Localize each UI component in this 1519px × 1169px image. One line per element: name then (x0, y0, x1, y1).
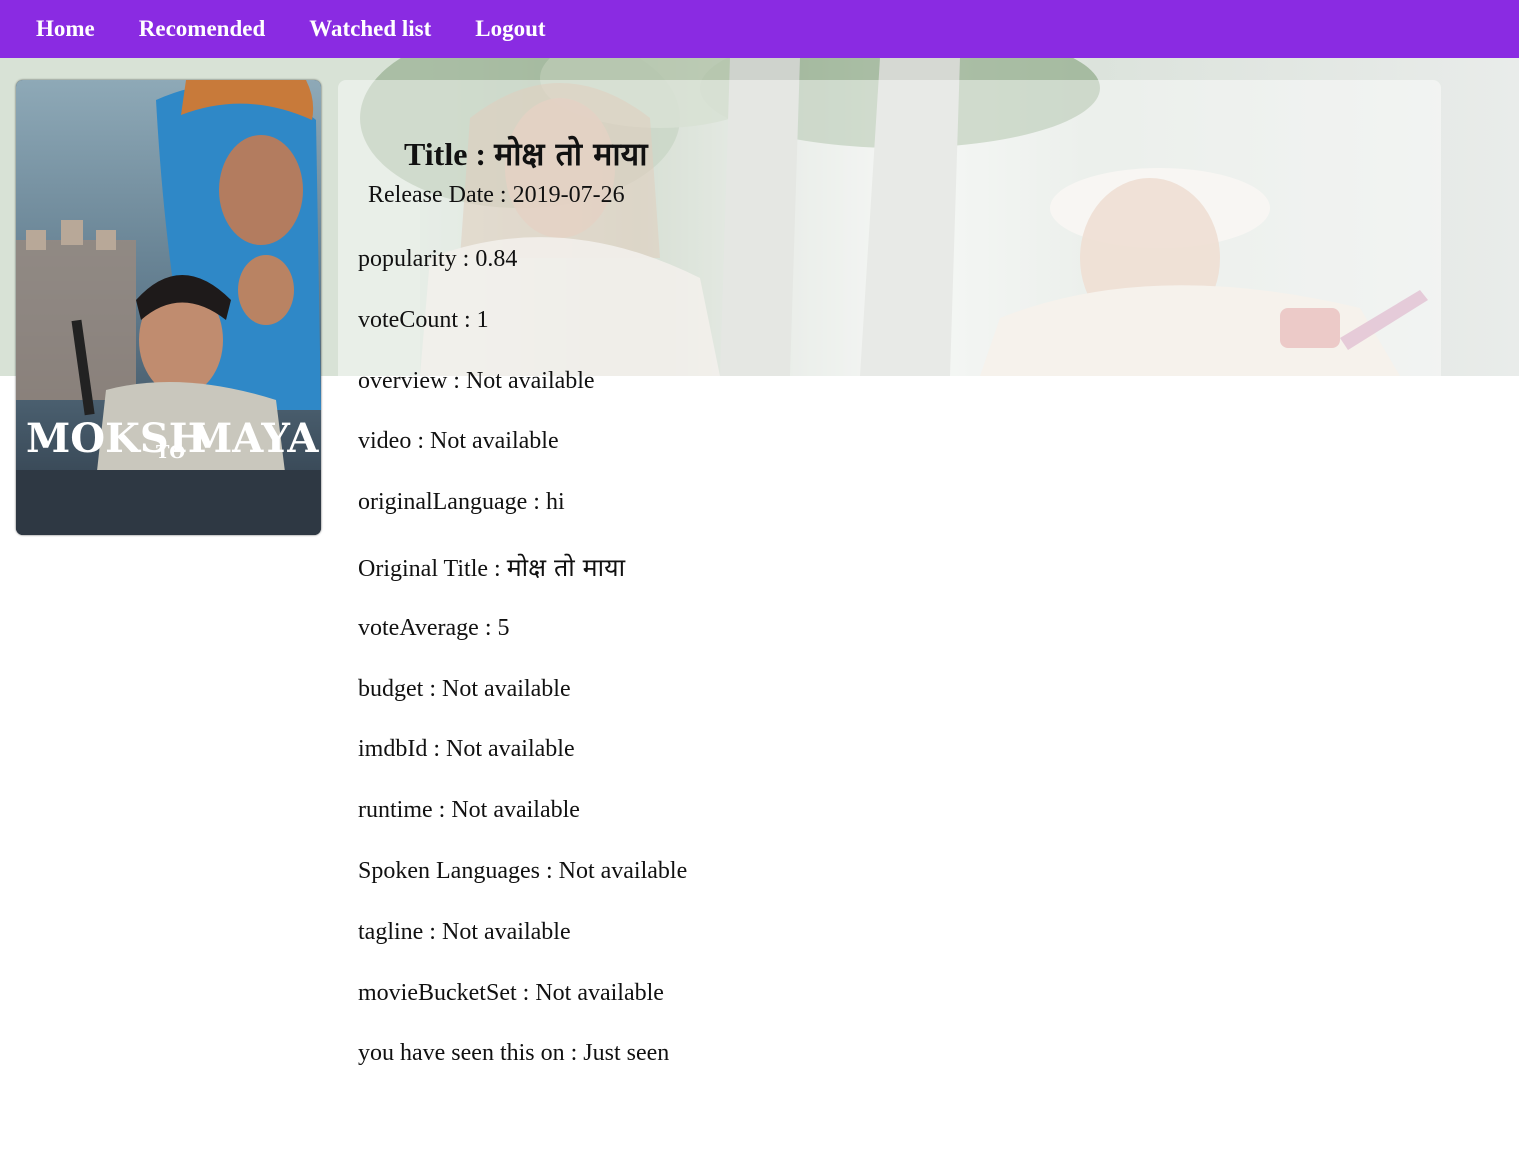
field-label: Spoken Languages : (358, 858, 553, 884)
field-original-language: originalLanguage : hi (358, 489, 565, 516)
movie-info-card (338, 80, 1441, 376)
field-value: मोक्ष तो माया (506, 553, 626, 582)
nav-home-link[interactable]: Home (36, 16, 95, 42)
field-value: Not available (442, 676, 571, 702)
field-label: runtime : (358, 797, 446, 823)
release-label: Release Date : (368, 182, 507, 208)
field-seen-on: you have seen this on : Just seen (358, 1040, 669, 1067)
movie-poster: MOKSH TO MAYA (16, 80, 321, 535)
field-label: budget : (358, 676, 436, 702)
release-date: Release Date : 2019-07-26 (368, 182, 625, 209)
release-value: 2019-07-26 (512, 182, 625, 208)
field-value: Not available (558, 858, 688, 884)
field-popularity: popularity : 0.84 (358, 246, 517, 273)
field-value: hi (545, 489, 565, 515)
field-imdb-id: imdbId : Not available (358, 736, 575, 763)
field-label: imdbId : (358, 736, 440, 762)
field-vote-count: voteCount : 1 (358, 307, 489, 334)
field-value: 5 (497, 615, 510, 641)
field-value: Not available (446, 736, 575, 762)
field-value: Not available (441, 919, 571, 945)
poster-art: MOKSH TO MAYA (16, 80, 321, 535)
field-value: 1 (476, 307, 489, 333)
field-tagline: tagline : Not available (358, 919, 571, 946)
field-runtime: runtime : Not available (358, 797, 580, 824)
field-label: voteCount : (358, 307, 471, 333)
field-spoken-languages: Spoken Languages : Not available (358, 858, 687, 885)
field-label: voteAverage : (358, 615, 492, 641)
field-label: video : (358, 428, 424, 454)
field-label: popularity : (358, 246, 470, 272)
field-label: Original Title : (358, 556, 501, 582)
field-movie-bucket-set: movieBucketSet : Not available (358, 980, 664, 1007)
field-budget: budget : Not available (358, 676, 571, 703)
movie-title: Title : मोक्ष तो माया (404, 132, 648, 175)
field-label: tagline : (358, 919, 436, 945)
nav-watched-list-link[interactable]: Watched list (309, 16, 431, 42)
field-label: movieBucketSet : (358, 980, 530, 1006)
field-value: Not available (430, 428, 559, 454)
field-original-title: Original Title : मोक्ष तो माया (358, 550, 625, 584)
field-overview: overview : Not available (358, 368, 595, 395)
field-value: Not available (535, 980, 664, 1006)
field-vote-average: voteAverage : 5 (358, 615, 510, 642)
nav-logout-link[interactable]: Logout (475, 16, 545, 42)
field-value: Just seen (583, 1040, 670, 1066)
field-label: overview : (358, 368, 460, 394)
field-video: video : Not available (358, 428, 559, 455)
nav-recomended-link[interactable]: Recomended (139, 16, 265, 42)
field-value: Not available (465, 368, 595, 394)
field-value: 0.84 (475, 246, 518, 272)
poster-logo-maya: MAYA (188, 415, 319, 462)
field-value: Not available (451, 797, 580, 823)
field-label: you have seen this on : (358, 1040, 578, 1066)
title-label: Title : (404, 136, 487, 172)
field-label: originalLanguage : (358, 489, 540, 515)
top-navbar: Home Recomended Watched list Logout (0, 0, 1519, 58)
poster-logo-to: TO (156, 442, 185, 463)
title-value: मोक्ष तो माया (494, 135, 648, 173)
